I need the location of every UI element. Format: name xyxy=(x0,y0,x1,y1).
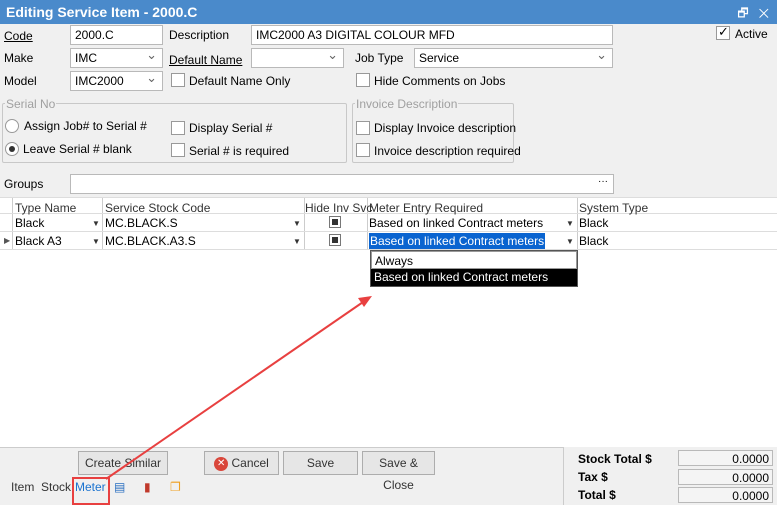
annotation-arrow xyxy=(105,296,372,480)
stock-total-value: 0.0000 xyxy=(678,450,773,466)
stock-total-label: Stock Total $ xyxy=(578,452,652,466)
tax-label: Tax $ xyxy=(578,470,608,484)
total-label: Total $ xyxy=(578,488,616,502)
tax-value: 0.0000 xyxy=(678,469,773,485)
total-value: 0.0000 xyxy=(678,487,773,503)
